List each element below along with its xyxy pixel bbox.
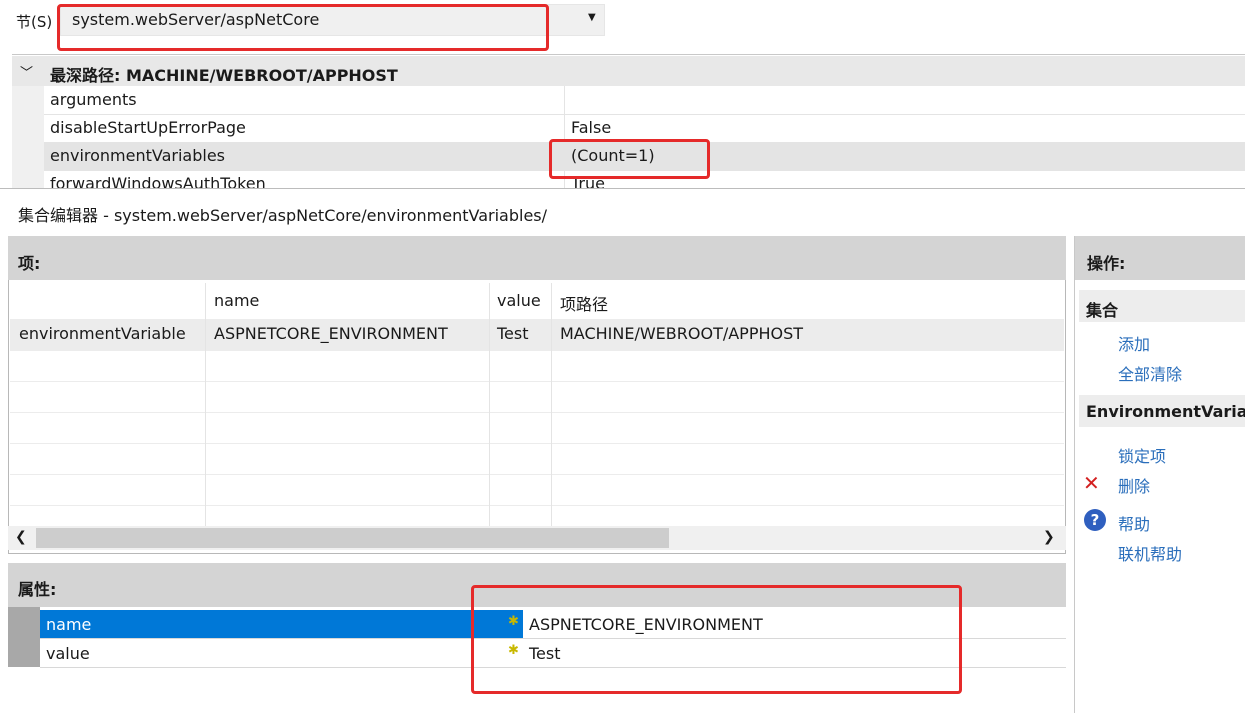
table-row-empty [10, 474, 1064, 506]
actions-group-title: EnvironmentVariable [1086, 402, 1245, 421]
table-row[interactable]: environmentVariable ASPNETCORE_ENVIRONME… [10, 319, 1064, 351]
dialog-title: 集合编辑器 - system.webServer/aspNetCore/envi… [18, 206, 548, 225]
annotation-box-properties [471, 585, 962, 694]
property-grid-title: 最深路径: MACHINE/WEBROOT/APPHOST [50, 66, 398, 85]
column-header-value[interactable]: value [497, 291, 541, 310]
column-header-path[interactable]: 项路径 [560, 291, 608, 315]
table-row-empty [10, 412, 1064, 444]
actions-title: 操作: [1087, 254, 1126, 273]
actions-group-title: 集合 [1086, 301, 1119, 320]
items-header [8, 236, 1066, 280]
dropdown-arrow-icon[interactable]: ▼ [588, 12, 596, 23]
lock-item-link[interactable]: 锁定项 [1118, 443, 1166, 467]
row-name-cell: ASPNETCORE_ENVIRONMENT [214, 324, 448, 343]
help-link[interactable]: 帮助 [1118, 511, 1150, 535]
property-key: name [40, 610, 523, 638]
property-key: environmentVariables [50, 146, 226, 165]
property-row[interactable]: arguments [44, 86, 1245, 115]
help-question-icon[interactable]: ? [1084, 509, 1106, 531]
property-key: arguments [50, 90, 137, 109]
row-path-cell: MACHINE/WEBROOT/APPHOST [560, 324, 804, 343]
delete-x-icon[interactable]: ✕ [1083, 471, 1100, 495]
table-row-empty [10, 381, 1064, 413]
table-row-empty [10, 350, 1064, 382]
table-row-empty [10, 443, 1064, 475]
row-value-cell: Test [497, 324, 529, 343]
annotation-box-section [57, 4, 549, 51]
property-key: disableStartUpErrorPage [50, 118, 246, 137]
scroll-left-icon[interactable]: ❮ [15, 529, 27, 545]
add-link[interactable]: 添加 [1118, 331, 1150, 355]
property-value: False [571, 118, 612, 137]
annotation-box-count [549, 139, 710, 179]
delete-link[interactable]: 删除 [1118, 473, 1150, 497]
scroll-right-icon[interactable]: ❯ [1043, 529, 1055, 545]
collapse-chevron-icon[interactable]: ﹀ [20, 62, 33, 81]
section-label: 节(S) [16, 13, 53, 31]
properties-gutter [8, 607, 40, 667]
properties-title: 属性: [18, 580, 57, 599]
property-key: value [46, 644, 90, 663]
row-type-cell: environmentVariable [19, 324, 186, 343]
property-grid-gutter [12, 86, 44, 194]
scrollbar-thumb[interactable] [36, 528, 669, 548]
items-title: 项: [18, 254, 41, 273]
clear-all-link[interactable]: 全部清除 [1118, 361, 1182, 385]
column-header-name[interactable]: name [214, 291, 259, 310]
online-help-link[interactable]: 联机帮助 [1118, 541, 1182, 565]
